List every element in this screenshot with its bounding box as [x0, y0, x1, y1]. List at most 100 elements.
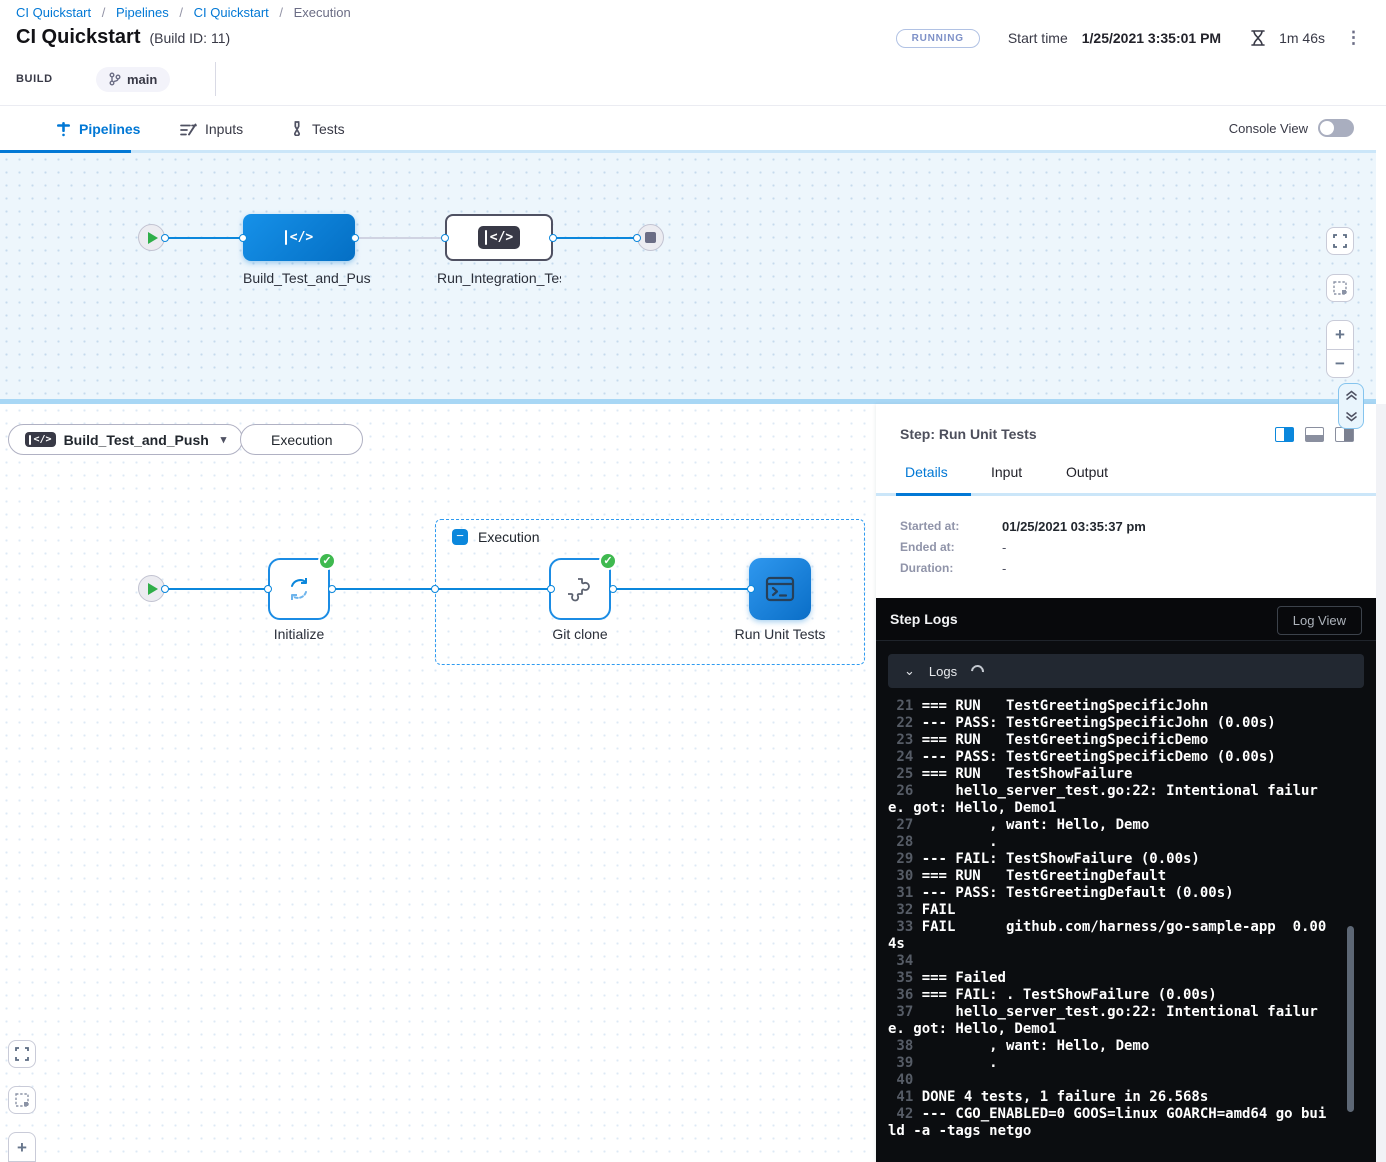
marquee-icon [1333, 281, 1347, 295]
step-panel-title: Step: Run Unit Tests [900, 426, 1037, 442]
edge-dot [239, 234, 247, 242]
detail-label: Started at: [900, 519, 1002, 534]
collapse-group-icon[interactable]: − [452, 529, 468, 545]
branch-name: main [127, 72, 157, 87]
marquee-select-button[interactable] [8, 1086, 36, 1114]
edge-dot [633, 234, 641, 242]
tab-inputs[interactable]: Inputs [180, 106, 243, 151]
hourglass-icon [1251, 30, 1265, 46]
log-line: 40 [888, 1072, 1330, 1089]
step-node-initialize[interactable]: ✓ [268, 558, 330, 620]
log-scrollbar-thumb[interactable] [1347, 926, 1354, 1112]
branch-chip: main [96, 67, 170, 92]
breadcrumb-separator: / [279, 5, 283, 20]
edge-dot [441, 234, 449, 242]
status-badge: RUNNING [896, 29, 980, 48]
breadcrumb-current: Execution [294, 5, 351, 20]
tab-output[interactable]: Output [1066, 464, 1108, 480]
step-node-label: Initialize [268, 626, 330, 642]
log-line: 23=== RUN TestGreetingSpecificDemo [888, 732, 1330, 749]
stage-selector-dropdown[interactable]: </> Build_Test_and_Push ▾ [8, 424, 243, 455]
edge [332, 588, 551, 590]
zoom-out-button[interactable]: − [1327, 350, 1353, 378]
tests-flask-icon [290, 121, 304, 136]
breadcrumb-link-pipeline2[interactable]: CI Quickstart [194, 5, 269, 20]
sync-icon [284, 574, 314, 604]
edge-start-stage1 [165, 237, 243, 239]
plus-icon: + [1335, 326, 1345, 343]
edge-dot [351, 234, 359, 242]
console-view-toggle[interactable] [1318, 119, 1354, 137]
tab-pipelines[interactable]: Pipelines [56, 106, 140, 151]
marquee-select-button[interactable] [1326, 274, 1354, 302]
zoom-in-button[interactable]: + [1327, 321, 1353, 350]
execution-group-label: Execution [478, 529, 539, 545]
panel-active-underline [896, 493, 971, 496]
step-node-run-unit-tests[interactable] [749, 558, 811, 620]
logs-accordion[interactable]: ⌄ Logs [888, 654, 1364, 688]
stage-node-run-integration-tests[interactable]: </> [445, 214, 553, 261]
log-line: 35=== Failed [888, 970, 1330, 987]
log-line: 32FAIL [888, 902, 1330, 919]
tab-tests-label: Tests [312, 121, 345, 137]
zoom-controls: + − [1326, 320, 1354, 378]
start-time-value: 1/25/2021 3:35:01 PM [1082, 30, 1221, 46]
kebab-menu-icon[interactable]: ⋮ [1345, 28, 1362, 48]
execution-tab-pill[interactable]: Execution [240, 424, 363, 455]
stop-icon [645, 232, 656, 243]
breadcrumb-link-pipelines[interactable]: Pipelines [116, 5, 169, 20]
edge [165, 588, 270, 590]
step-node-git-clone[interactable]: ✓ [549, 558, 611, 620]
log-line: 39 . [888, 1055, 1330, 1072]
tab-details[interactable]: Details [905, 464, 948, 480]
log-line: 28 . [888, 834, 1330, 851]
edge-dot [747, 585, 755, 593]
fit-to-screen-button[interactable] [1326, 227, 1354, 255]
detail-value: 01/25/2021 03:35:37 pm [1002, 519, 1146, 534]
step-logs-panel: Step Logs Log View ⌄ Logs 21=== RUN Test… [876, 598, 1376, 1162]
start-time-label: Start time [1008, 30, 1068, 46]
stage-node-label: Run_Integration_Tes [437, 270, 561, 286]
header-divider [215, 62, 216, 96]
breadcrumb-link-pipeline[interactable]: CI Quickstart [16, 5, 91, 20]
detail-label: Ended at: [900, 540, 1002, 555]
stage-canvas: </> Build_Test_and_Push ▾ Execution − Ex… [0, 404, 876, 1162]
ci-codebase-icon: </> [285, 230, 313, 245]
elapsed-time: 1m 46s [1279, 30, 1325, 46]
log-view-button[interactable]: Log View [1277, 606, 1362, 635]
split-view-icon[interactable] [1275, 427, 1294, 442]
right-pane-icon[interactable] [1335, 427, 1354, 442]
app-page: CI Quickstart / Pipelines / CI Quickstar… [0, 0, 1386, 1162]
edge-dot [609, 585, 617, 593]
log-output: 21=== RUN TestGreetingSpecificJohn 22---… [876, 696, 1376, 1162]
edge-dot [549, 234, 557, 242]
panel-resize-control[interactable] [1338, 383, 1364, 429]
log-line: 34 [888, 953, 1330, 970]
log-line: 21=== RUN TestGreetingSpecificJohn [888, 698, 1330, 715]
tab-input[interactable]: Input [991, 464, 1022, 480]
edge-dot [431, 585, 439, 593]
pipelines-icon [56, 121, 71, 137]
bottom-pane-icon[interactable] [1305, 427, 1324, 442]
ci-codebase-icon: </> [478, 226, 520, 249]
edge-dot [547, 585, 555, 593]
log-line: 25=== RUN TestShowFailure [888, 766, 1330, 783]
log-line: 31--- PASS: TestGreetingDefault (0.00s) [888, 885, 1330, 902]
detail-value: - [1002, 540, 1006, 555]
build-id: (Build ID: 11) [149, 30, 230, 46]
play-icon [148, 583, 158, 595]
terminal-icon [765, 575, 795, 603]
edge-stage2-end [553, 237, 637, 239]
edge-dot [328, 585, 336, 593]
fullscreen-icon [15, 1047, 29, 1061]
log-line: 29--- FAIL: TestShowFailure (0.00s) [888, 851, 1330, 868]
log-line: 24--- PASS: TestGreetingSpecificDemo (0.… [888, 749, 1330, 766]
stage-node-build-test-and-push[interactable]: </> [243, 214, 355, 261]
zoom-in-button[interactable]: + [8, 1132, 36, 1162]
tab-inputs-label: Inputs [205, 121, 243, 137]
tab-tests[interactable]: Tests [290, 106, 345, 151]
marquee-icon [15, 1093, 29, 1107]
log-line: 26 hello_server_test.go:22: Intentional … [888, 783, 1330, 817]
chevron-down-icon: ⌄ [904, 666, 915, 676]
fit-to-screen-button[interactable] [8, 1040, 36, 1068]
